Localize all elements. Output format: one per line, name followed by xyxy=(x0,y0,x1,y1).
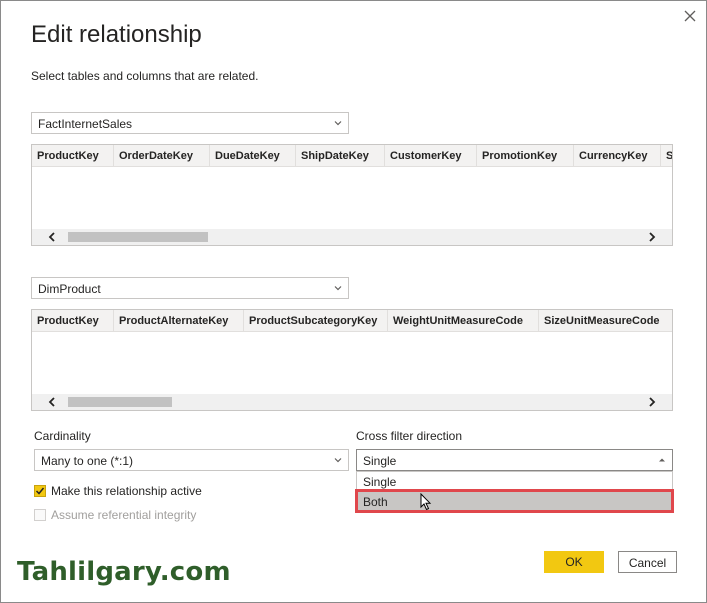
table1-header: ProductKey OrderDateKey DueDateKey ShipD… xyxy=(32,145,672,167)
table1-col-3[interactable]: ShipDateKey xyxy=(296,145,385,167)
table2-select[interactable]: DimProduct xyxy=(31,277,349,299)
table1-scrollbar[interactable] xyxy=(32,229,672,245)
integrity-checkbox xyxy=(34,509,46,521)
table1-col-7[interactable]: S xyxy=(661,145,672,167)
mouse-cursor-icon xyxy=(420,493,432,511)
table1-col-2[interactable]: DueDateKey xyxy=(210,145,296,167)
cancel-button[interactable]: Cancel xyxy=(618,551,677,573)
ok-button[interactable]: OK xyxy=(544,551,604,573)
table1-col-1[interactable]: OrderDateKey xyxy=(114,145,210,167)
cross-filter-label: Cross filter direction xyxy=(356,429,463,443)
table1-col-0[interactable]: ProductKey xyxy=(32,145,114,167)
checkmark-icon xyxy=(35,487,45,495)
dialog-title: Edit relationship xyxy=(31,21,202,48)
table2-scroll-thumb[interactable] xyxy=(68,397,172,407)
cross-filter-select[interactable]: Single xyxy=(356,449,673,471)
close-icon[interactable] xyxy=(680,6,700,26)
caret-up-icon xyxy=(659,458,665,462)
cardinality-label: Cardinality xyxy=(34,429,91,443)
table1-col-6[interactable]: CurrencyKey xyxy=(574,145,661,167)
cross-filter-select-value: Single xyxy=(363,454,397,468)
table2-col-4[interactable]: SizeUnitMeasureCode xyxy=(539,310,672,332)
table1-scroll-thumb[interactable] xyxy=(68,232,208,242)
highlight-annotation xyxy=(355,489,674,513)
table2-select-value: DimProduct xyxy=(38,282,101,296)
table1-select-value: FactInternetSales xyxy=(38,117,133,131)
edit-relationship-dialog: Edit relationship Select tables and colu… xyxy=(0,0,707,603)
table2-preview: ProductKey ProductAlternateKey ProductSu… xyxy=(31,309,673,411)
chevron-right-icon[interactable] xyxy=(646,231,658,243)
cardinality-select-value: Many to one (*:1) xyxy=(41,454,134,468)
dialog-subtitle: Select tables and columns that are relat… xyxy=(31,69,259,83)
table1-col-5[interactable]: PromotionKey xyxy=(477,145,574,167)
table1-preview: ProductKey OrderDateKey DueDateKey ShipD… xyxy=(31,144,673,246)
integrity-checkbox-label: Assume referential integrity xyxy=(51,508,197,522)
active-checkbox[interactable] xyxy=(34,485,46,497)
cardinality-select[interactable]: Many to one (*:1) xyxy=(34,449,349,471)
table2-header: ProductKey ProductAlternateKey ProductSu… xyxy=(32,310,672,332)
table2-col-3[interactable]: WeightUnitMeasureCode xyxy=(388,310,539,332)
chevron-down-icon xyxy=(334,286,342,291)
table2-col-0[interactable]: ProductKey xyxy=(32,310,114,332)
chevron-down-icon xyxy=(334,121,342,126)
table2-col-2[interactable]: ProductSubcategoryKey xyxy=(244,310,388,332)
table1-col-4[interactable]: CustomerKey xyxy=(385,145,477,167)
active-checkbox-label: Make this relationship active xyxy=(51,484,202,498)
chevron-down-icon xyxy=(334,458,342,463)
chevron-left-icon[interactable] xyxy=(46,231,58,243)
table2-col-1[interactable]: ProductAlternateKey xyxy=(114,310,244,332)
chevron-right-icon[interactable] xyxy=(646,396,658,408)
table2-scrollbar[interactable] xyxy=(32,394,672,410)
table1-select[interactable]: FactInternetSales xyxy=(31,112,349,134)
watermark-text: Tahlilgary.com xyxy=(17,557,231,587)
chevron-left-icon[interactable] xyxy=(46,396,58,408)
